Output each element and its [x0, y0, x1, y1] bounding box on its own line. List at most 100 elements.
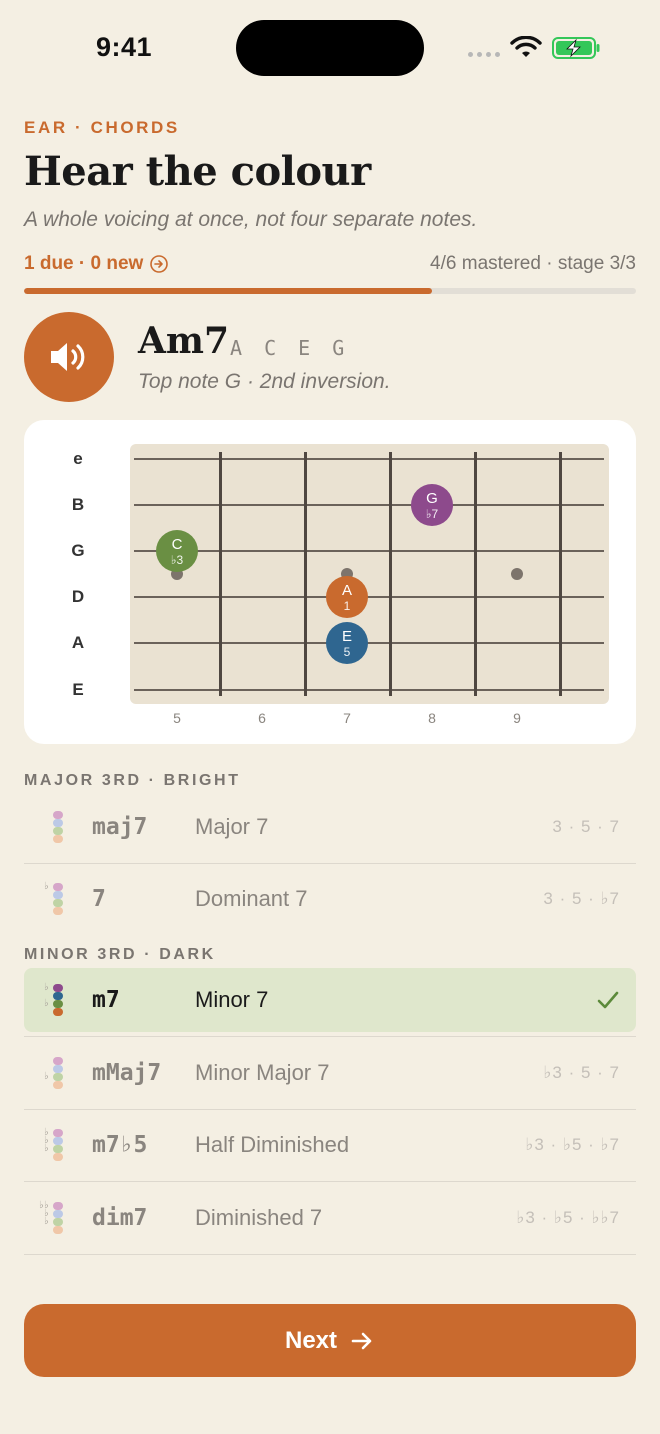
- row-divider: [24, 1181, 636, 1182]
- note-interval: 1: [343, 598, 351, 613]
- voicing-pill: [53, 1145, 63, 1153]
- voicing-pill: [53, 1073, 63, 1081]
- voicing-stack-icon: ♭ ♭ ♭: [24, 1125, 92, 1165]
- fret-number: 6: [258, 710, 266, 726]
- section-header: MAJOR 3RD · BRIGHT: [24, 772, 241, 789]
- voicing-pill: [53, 1000, 63, 1008]
- fret-wire: [303, 452, 307, 696]
- fret-number: 9: [513, 710, 521, 726]
- page-subtitle: A whole voicing at once, not four separa…: [24, 208, 478, 231]
- voicing-pill: [53, 899, 63, 907]
- string-label: E: [72, 680, 84, 699]
- next-button[interactable]: Next: [24, 1304, 636, 1377]
- play-chord-button[interactable]: [24, 312, 114, 402]
- fret-wire: [218, 452, 222, 696]
- voicing-stack-icon: ♭: [24, 879, 92, 919]
- string-label: G: [71, 541, 85, 560]
- voicing-pill: [53, 827, 63, 835]
- chord-option-dim7[interactable]: ♭ ♭ ♭ ♭ dim7 Diminished 7 ♭3 · ♭5 · ♭♭7: [24, 1186, 636, 1250]
- chord-option-mMaj7[interactable]: ♭ mMaj7 Minor Major 7 ♭3 · 5 · 7: [24, 1041, 636, 1105]
- voicing-pill: [53, 1137, 63, 1145]
- voicing-pill: [53, 1210, 63, 1218]
- next-label: Next: [284, 1326, 338, 1354]
- chord-symbol: maj7: [92, 814, 148, 840]
- chord-symbol: m7♭5: [92, 1132, 148, 1158]
- fret-wire: [558, 452, 562, 696]
- page-title: Hear the colour: [24, 148, 371, 195]
- chord-intervals: 3 · 5 · 7: [552, 817, 620, 836]
- guitar-string: [134, 688, 604, 692]
- voicing-pill: [53, 992, 63, 1000]
- note-name: A: [341, 581, 352, 599]
- chord-note-marker: G ♭7: [411, 484, 453, 526]
- fretboard: [130, 444, 609, 704]
- speaker-icon: [51, 343, 85, 371]
- chord-option-maj7[interactable]: maj7 Major 7 3 · 5 · 7: [24, 795, 636, 859]
- string-label: D: [71, 587, 85, 606]
- chord-quality-name: Major 7: [195, 814, 269, 839]
- flat-mark: ♭: [44, 998, 49, 1009]
- section-eyebrow: EAR · CHORDS: [24, 118, 180, 137]
- wifi-icon: [510, 36, 542, 57]
- voicing-pill: [53, 1081, 63, 1089]
- chord-note-marker: C ♭3: [156, 530, 198, 572]
- chord-quality-name: Minor Major 7: [195, 1060, 330, 1085]
- voicing-pill: [53, 1057, 63, 1065]
- note-interval: ♭7: [425, 506, 439, 521]
- flat-mark: ♭: [44, 1071, 49, 1082]
- voicing-pill: [53, 1226, 63, 1234]
- chord-intervals: ♭3 · ♭5 · ♭7: [525, 1135, 620, 1154]
- voicing-stack-icon: ♭: [24, 1053, 92, 1093]
- fret-number: 7: [343, 710, 351, 726]
- dynamic-island: [236, 20, 424, 76]
- voicing-pill: [53, 1218, 63, 1226]
- voicing-stack-icon: ♭ ♭: [24, 980, 92, 1020]
- string-label: e: [73, 449, 83, 468]
- string-label: A: [71, 633, 85, 652]
- chord-symbol: mMaj7: [92, 1060, 162, 1086]
- voicing-stack-icon: ♭ ♭ ♭ ♭: [24, 1198, 92, 1238]
- guitar-string: [134, 458, 604, 460]
- chord-symbol: 7: [92, 886, 106, 912]
- voicing-stack-icon: [24, 807, 92, 847]
- section-header: MINOR 3RD · DARK: [24, 946, 216, 963]
- chord-option-m7[interactable]: ♭ ♭ m7 Minor 7: [24, 968, 636, 1032]
- row-divider: [24, 1254, 636, 1255]
- due-link[interactable]: 1 due · 0 new: [24, 253, 169, 275]
- fret-wire: [388, 452, 392, 696]
- voicing-pill: [53, 1008, 63, 1016]
- guitar-string: [134, 550, 604, 552]
- chord-quality-name: Diminished 7: [195, 1205, 323, 1230]
- chord-intervals: 3 · 5 · ♭7: [543, 889, 620, 908]
- status-time: 9:41: [96, 32, 153, 62]
- chord-option-7[interactable]: ♭ 7 Dominant 7 3 · 5 · ♭7: [24, 867, 636, 931]
- chord-description: Top note G · 2nd inversion.: [138, 370, 391, 393]
- flat-mark: ♭: [44, 1143, 49, 1154]
- row-divider: [24, 863, 636, 864]
- note-interval: 5: [343, 644, 351, 659]
- chord-symbol: m7: [92, 987, 120, 1013]
- chord-quality-name: Minor 7: [195, 987, 269, 1012]
- voicing-pill: [53, 1065, 63, 1073]
- row-divider: [24, 1109, 636, 1110]
- fret-wire: [473, 452, 477, 696]
- voicing-pill: [53, 907, 63, 915]
- chord-name: Am7: [138, 320, 230, 362]
- voicing-pill: [53, 1202, 63, 1210]
- due-label: 1 due · 0 new: [24, 253, 144, 274]
- flat-mark: ♭: [44, 982, 49, 993]
- fret-number: 5: [173, 710, 181, 726]
- voicing-pill: [53, 835, 63, 843]
- chord-option-m7♭5[interactable]: ♭ ♭ ♭ m7♭5 Half Diminished ♭3 · ♭5 · ♭7: [24, 1113, 636, 1177]
- flat-mark: ♭: [39, 1200, 44, 1211]
- battery-charging-icon: [552, 37, 600, 59]
- fret-number: 8: [428, 710, 436, 726]
- arrow-right-icon: [351, 1332, 372, 1349]
- chord-notes: A C E G: [230, 336, 350, 360]
- note-name: C: [171, 535, 183, 553]
- mastery-status: 4/6 mastered · stage 3/3: [430, 253, 636, 274]
- row-divider: [24, 1036, 636, 1037]
- flat-mark: ♭: [44, 1216, 49, 1227]
- guitar-string: [134, 596, 604, 598]
- voicing-pill: [53, 1129, 63, 1137]
